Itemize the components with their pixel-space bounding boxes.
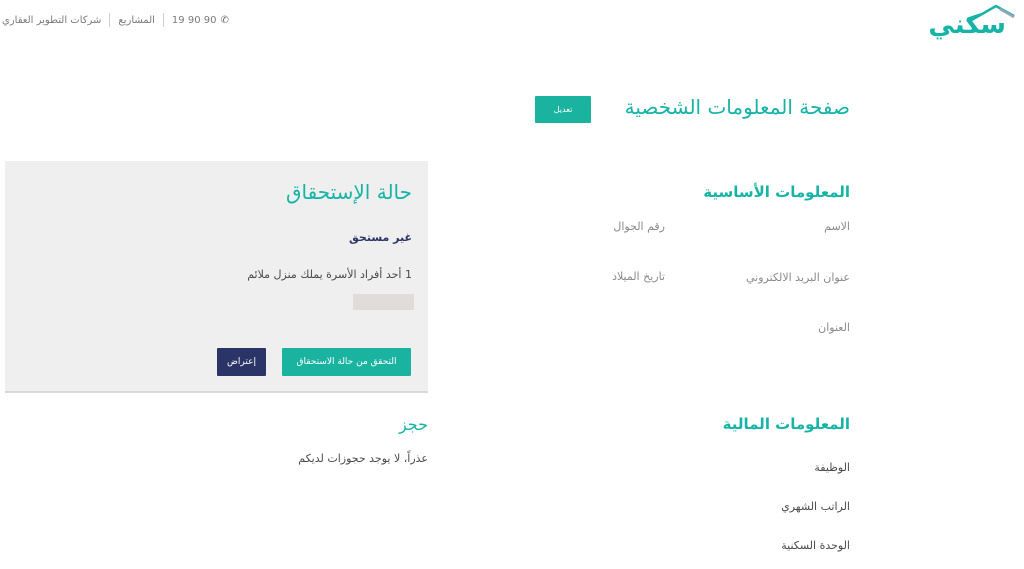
phone-icon: ✆	[220, 14, 229, 26]
job-label: الوظيفة	[814, 461, 850, 474]
name-label: الاسم	[824, 220, 850, 233]
eligibility-title: حالة الإستحقاق	[285, 180, 412, 204]
housing-unit-label: الوحدة السكنية	[781, 539, 850, 552]
salary-label: الراتب الشهري	[781, 500, 850, 513]
nav-developers[interactable]: شركات التطوير العقاري	[0, 15, 109, 26]
sakani-logo[interactable]: سكني	[916, 2, 1016, 42]
logo-text: سكني	[928, 10, 1006, 40]
eligibility-status: غير مستحق	[348, 231, 412, 244]
nav-projects[interactable]: المشاريع	[110, 15, 163, 26]
booking-empty-text: عذراً، لا يوجد حجوزات لديكم	[298, 452, 428, 465]
top-nav: ✆ 19 90 90 المشاريع شركات التطوير العقار…	[0, 12, 244, 28]
edit-button[interactable]: تعديل	[535, 96, 591, 123]
dob-label: تاريخ الميلاد	[612, 270, 665, 283]
booking-title: حجز	[398, 415, 428, 434]
eligibility-card: حالة الإستحقاق غير مستحق 1 أحد أفراد الأ…	[5, 161, 428, 393]
mobile-label: رقم الجوال	[613, 220, 665, 233]
nav-divider	[109, 13, 111, 27]
phone-number: 19 90 90	[171, 14, 217, 26]
financial-info-title: المعلومات المالية	[722, 415, 850, 433]
placeholder-bar	[353, 294, 414, 310]
nav-divider	[162, 13, 164, 27]
basic-info-title: المعلومات الأساسية	[703, 183, 850, 201]
objection-button[interactable]: إعتراض	[217, 348, 266, 376]
verify-eligibility-button[interactable]: التحقق من حالة الاستحقاق	[282, 348, 411, 376]
page-title: صفحة المعلومات الشخصية	[624, 95, 850, 119]
eligibility-reason: 1 أحد أفراد الأسرة يملك منزل ملائم	[247, 268, 412, 281]
email-label: عنوان البريد الالكتروني	[745, 271, 850, 284]
address-label: العنوان	[818, 321, 850, 334]
phone-contact[interactable]: ✆ 19 90 90	[164, 15, 237, 26]
